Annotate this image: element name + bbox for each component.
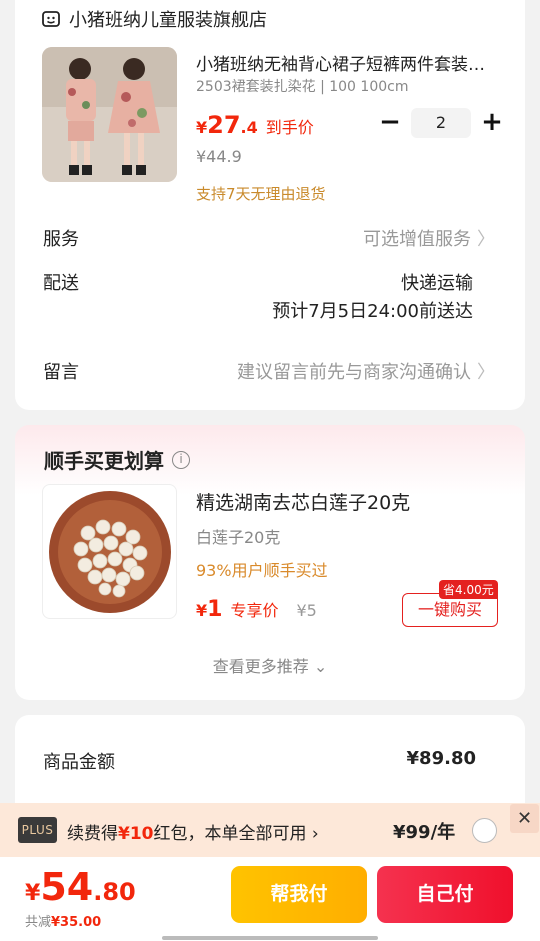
recommend-sku: 白莲子20克	[196, 528, 281, 547]
self-pay-button[interactable]: 自己付	[377, 866, 513, 923]
price-currency: ¥	[196, 118, 208, 137]
plus-select-radio[interactable]	[472, 818, 497, 843]
lotus-seed-photo	[49, 491, 171, 613]
service-selector[interactable]: 可选增值服务〉	[363, 225, 495, 251]
plus-text-b: 红包，本单全部可用 ›	[153, 824, 319, 844]
price-integer: 27	[207, 111, 241, 139]
info-icon[interactable]: i	[172, 450, 190, 469]
increase-button[interactable]: +	[479, 108, 505, 138]
message-input[interactable]: 建议留言前先与商家沟通确认〉	[237, 358, 495, 384]
delivery-method[interactable]: 快递运输	[401, 269, 473, 295]
help-pay-button[interactable]: 帮我付	[231, 866, 367, 923]
recommend-card: 顺手买更划算 i 精选湖南去芯白莲子20克 白莲子20克 93%用户顺手买过 ¥…	[15, 425, 525, 700]
discount-summary[interactable]: 共减¥35.00	[25, 911, 101, 930]
product-title[interactable]: 小猪班纳无袖背心裙子短裤两件套装女童	[196, 50, 496, 75]
recommend-price-currency: ¥	[196, 601, 208, 620]
total-integer: 54	[40, 865, 94, 909]
quantity-stepper: − 2 +	[377, 108, 505, 138]
product-image[interactable]	[42, 47, 177, 182]
price-decimal: .4	[240, 118, 258, 137]
plus-price: ¥99/年	[393, 822, 456, 843]
recommend-title: 顺手买更划算	[44, 449, 164, 473]
total-currency: ¥	[25, 881, 41, 906]
home-indicator[interactable]	[162, 936, 378, 940]
product-sku[interactable]: 2503裙套装扎染花 | 100 100cm	[196, 76, 408, 96]
price-tag: 到手价	[265, 118, 314, 137]
delivery-label: 配送	[43, 273, 79, 294]
recommend-price-tag: 专享价	[230, 601, 279, 620]
discount-label: 共减	[25, 915, 52, 930]
recommend-price: ¥ 1 专享价 ¥5	[196, 597, 317, 622]
recommend-title-row: 顺手买更划算 i	[44, 445, 190, 474]
subtotal-label: 商品金额	[43, 752, 115, 773]
recommend-image[interactable]	[42, 484, 177, 619]
product-price: ¥ 27 .4 到手价	[196, 111, 314, 139]
order-card: 小猪班纳儿童服装旗舰店 小猪班纳无袖背心裙子短裤两件套装女童 2503裙套装扎染…	[15, 0, 525, 410]
quantity-input[interactable]: 2	[411, 108, 471, 138]
subtotal-value: ¥89.80	[406, 748, 476, 769]
discount-value: ¥35.00	[51, 915, 102, 930]
recommend-name[interactable]: 精选湖南去芯白莲子20克	[196, 488, 410, 515]
return-policy: 支持7天无理由退货	[196, 185, 326, 203]
message-label: 留言	[43, 362, 79, 383]
chevron-right-icon: 〉	[477, 229, 495, 250]
service-label: 服务	[43, 229, 79, 250]
chevron-right-icon: 〉	[477, 362, 495, 383]
plus-promo-bar[interactable]: PLUS 续费得¥10红包，本单全部可用 › ¥99/年 ✕	[0, 803, 540, 857]
total-price: ¥ 54 .80	[25, 865, 136, 909]
checkout-bar: ¥ 54 .80 共减¥35.00 帮我付 自己付	[0, 857, 540, 941]
plus-promo-text[interactable]: 续费得¥10红包，本单全部可用 ›	[67, 819, 319, 844]
store-row[interactable]: 小猪班纳儿童服装旗舰店	[41, 6, 267, 32]
message-placeholder: 建议留言前先与商家沟通确认	[237, 362, 471, 383]
store-name[interactable]: 小猪班纳儿童服装旗舰店	[69, 6, 267, 32]
plus-text-a: 续费得	[67, 824, 118, 844]
product-photo	[42, 47, 177, 182]
recommend-bought: 93%用户顺手买过	[196, 561, 328, 580]
total-decimal: .80	[93, 878, 136, 906]
delivery-time: 预计7月5日24:00前送达	[272, 301, 473, 322]
plus-text-amount: ¥10	[118, 824, 154, 844]
service-value: 可选增值服务	[363, 229, 471, 250]
store-icon	[42, 11, 60, 27]
see-more-button[interactable]: 查看更多推荐 ⌄	[15, 653, 525, 677]
recommend-price-value: 1	[207, 597, 223, 622]
original-price: ¥44.9	[196, 147, 242, 166]
decrease-button[interactable]: −	[377, 108, 403, 138]
save-badge: 省4.00元	[439, 580, 498, 599]
close-icon[interactable]: ✕	[510, 804, 539, 833]
plus-badge: PLUS	[18, 817, 57, 843]
recommend-old-price: ¥5	[296, 601, 317, 620]
